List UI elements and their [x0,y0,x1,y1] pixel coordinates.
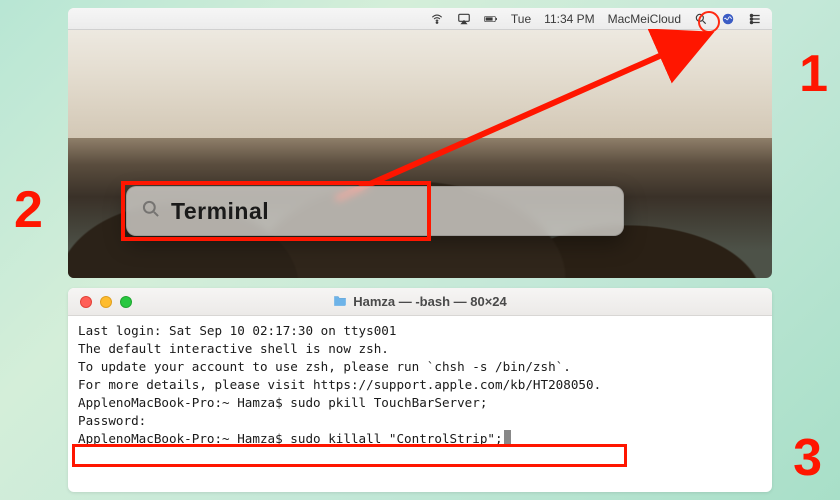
minimize-button[interactable] [100,296,112,308]
terminal-body[interactable]: Last login: Sat Sep 10 02:17:30 on ttys0… [68,316,772,456]
terminal-line: ApplenoMacBook-Pro:~ Hamza$ sudo pkill T… [78,394,762,412]
search-icon [141,199,161,224]
siri-icon[interactable] [721,12,735,26]
menubar: Tue 11:34 PM MacMeiCloud [68,8,772,30]
folder-icon [333,294,347,309]
control-center-icon[interactable] [748,12,762,26]
terminal-line: To update your account to use zsh, pleas… [78,358,762,376]
terminal-line: The default interactive shell is now zsh… [78,340,762,358]
terminal-window: Hamza — -bash — 80×24 Last login: Sat Se… [68,288,772,492]
annotation-number-3: 3 [793,428,822,488]
terminal-titlebar: Hamza — -bash — 80×24 [68,288,772,316]
terminal-cursor [504,430,511,445]
menubar-account[interactable]: MacMeiCloud [608,12,681,26]
airplay-icon[interactable] [457,12,471,26]
annotation-number-1: 1 [799,44,828,104]
desktop-mountain [68,88,772,278]
macos-desktop-panel: Tue 11:34 PM MacMeiCloud [68,8,772,278]
spotlight-search[interactable]: Terminal [126,186,624,236]
zoom-button[interactable] [120,296,132,308]
terminal-title: Hamza — -bash — 80×24 [353,294,507,309]
close-button[interactable] [80,296,92,308]
menubar-day: Tue [511,12,531,26]
spotlight-icon[interactable] [694,12,708,26]
spotlight-query: Terminal [171,198,269,225]
terminal-line: For more details, please visit https://s… [78,376,762,394]
wifi-icon[interactable] [430,12,444,26]
menubar-time: 11:34 PM [544,12,594,26]
terminal-line: Password: [78,412,762,430]
annotation-number-2: 2 [14,180,43,240]
battery-icon[interactable] [484,12,498,26]
terminal-line: Last login: Sat Sep 10 02:17:30 on ttys0… [78,322,762,340]
terminal-line: ApplenoMacBook-Pro:~ Hamza$ sudo killall… [78,430,762,448]
